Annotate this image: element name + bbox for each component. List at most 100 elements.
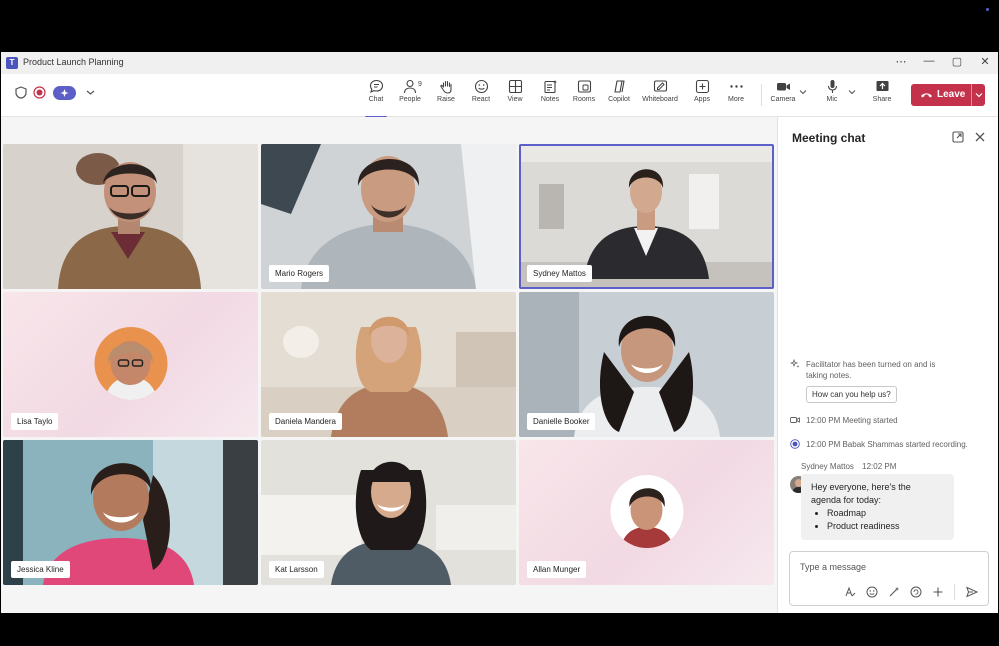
toolbar-divider	[761, 84, 762, 106]
participant-name: Allan Munger	[527, 561, 587, 578]
pop-out-icon[interactable]	[950, 129, 966, 145]
participant-name: Jessica Kline	[11, 561, 70, 578]
people-button[interactable]: 9 People	[390, 79, 430, 103]
share-button[interactable]: Share	[862, 79, 902, 103]
copilot-button[interactable]: Copilot	[599, 79, 639, 103]
participant-tile[interactable]: Lisa Taylo	[3, 292, 258, 437]
minimize-icon[interactable]: —	[919, 55, 939, 67]
participant-avatar	[94, 326, 167, 400]
compose-divider	[954, 584, 955, 600]
facilitator-line-2: taking notes.	[806, 371, 852, 380]
suggestion-help-button[interactable]: How can you help us?	[806, 386, 897, 403]
maximize-icon[interactable]: ▢	[947, 55, 967, 68]
emoji-icon[interactable]	[866, 586, 878, 598]
react-icon	[474, 79, 488, 94]
more-icon	[729, 85, 743, 88]
copilot-compose-icon[interactable]	[888, 586, 900, 598]
shield-icon[interactable]	[15, 86, 27, 99]
participant-name: Lisa Taylo	[11, 413, 59, 430]
camera-icon	[776, 83, 790, 91]
meeting-toolbar: Chat 9 People Raise React View Notes Roo…	[1, 74, 998, 118]
participant-tile[interactable]: Allan Munger	[519, 440, 774, 585]
close-window-icon[interactable]: ✕	[975, 55, 995, 68]
notification-dot	[986, 8, 989, 11]
mic-label: Mic	[826, 96, 838, 103]
people-label: People	[399, 96, 421, 103]
camera-button[interactable]: Camera	[763, 79, 803, 103]
raise-hand-icon	[439, 80, 452, 94]
people-icon	[403, 79, 416, 94]
compose-box[interactable]: Type a message	[789, 551, 989, 606]
share-label: Share	[872, 96, 892, 103]
agenda-item: Roadmap	[827, 507, 900, 520]
mic-icon	[827, 80, 837, 93]
participant-name: Mario Rogers	[269, 265, 330, 282]
format-icon[interactable]	[844, 586, 856, 598]
apps-icon	[695, 79, 709, 94]
meeting-started-text: 12:00 PM Meeting started	[806, 416, 898, 425]
avatar-image	[94, 326, 167, 400]
participant-name: Kat Larsson	[269, 561, 324, 578]
whiteboard-button[interactable]: Whiteboard	[640, 79, 680, 103]
add-icon[interactable]	[932, 586, 944, 598]
meeting-chat-panel: Meeting chat Facilitator has been turned…	[777, 117, 998, 613]
notes-icon	[543, 80, 557, 94]
bottom-letterbox	[0, 613, 999, 646]
facilitator-line-1: Facilitator has been turned on and is	[806, 360, 936, 369]
more-options-icon[interactable]: ⋯	[891, 55, 911, 68]
leave-split-divider	[971, 84, 972, 106]
participant-video-1	[3, 144, 258, 289]
view-button[interactable]: View	[495, 79, 535, 103]
copilot-label: Copilot	[608, 96, 630, 103]
mic-button[interactable]: Mic	[812, 79, 852, 103]
loop-icon[interactable]	[910, 586, 922, 598]
raise-button[interactable]: Raise	[426, 79, 466, 103]
participant-tile[interactable]: Kat Larsson	[261, 440, 516, 585]
rooms-icon	[577, 80, 591, 93]
whiteboard-label: Whiteboard	[642, 96, 678, 103]
participant-name: Sydney Mattos	[527, 265, 592, 282]
participant-avatar	[610, 474, 683, 548]
close-panel-icon[interactable]	[972, 129, 988, 145]
chevron-down-icon[interactable]	[86, 89, 95, 96]
participant-tile[interactable]: Daniela Mandera	[261, 292, 516, 437]
avatar-image	[610, 474, 683, 548]
chat-icon	[369, 79, 383, 94]
message-header: Sydney Mattos 12:02 PM	[801, 462, 896, 471]
mic-options-chevron-icon[interactable]	[848, 89, 856, 95]
rooms-label: Rooms	[572, 96, 596, 103]
title-bar: T Product Launch Planning ⋯ — ▢ ✕	[1, 52, 998, 75]
leave-options-chevron-icon[interactable]	[975, 92, 983, 98]
agenda-item: Product readiness	[827, 520, 900, 533]
camera-options-chevron-icon[interactable]	[799, 89, 807, 95]
more-label: More	[728, 96, 744, 103]
participant-tile[interactable]: Mario Rogers	[261, 144, 516, 289]
participant-tile[interactable]: Jessica Kline	[3, 440, 258, 585]
participant-tile[interactable]: Danielle Booker	[519, 292, 774, 437]
participant-name: Daniela Mandera	[269, 413, 342, 430]
more-button[interactable]: More	[716, 79, 756, 103]
sparkle-icon	[60, 89, 69, 97]
teams-logo-icon: T	[6, 57, 18, 69]
teams-meeting-window: T Product Launch Planning ⋯ — ▢ ✕ Chat 9…	[1, 52, 998, 613]
copilot-pill-button[interactable]	[53, 86, 76, 100]
recording-started-text: 12:00 PM Babak Shammas started recording…	[806, 440, 968, 449]
message-line-1: Hey everyone, here's the	[811, 482, 911, 492]
send-icon[interactable]	[966, 586, 978, 598]
rooms-button[interactable]: Rooms	[564, 79, 604, 103]
view-label: View	[507, 96, 523, 103]
message-sender: Sydney Mattos	[801, 462, 854, 471]
agenda-list: Roadmap Product readiness	[811, 507, 900, 533]
video-icon	[790, 417, 800, 423]
facilitator-sparkle-icon	[790, 359, 800, 368]
copilot-icon	[613, 80, 625, 93]
compose-input[interactable]: Type a message	[800, 562, 866, 572]
chat-panel-title: Meeting chat	[792, 131, 866, 145]
video-gallery: Mario Rogers Sydney Mattos Lisa Taylo Da…	[1, 117, 777, 613]
leave-button[interactable]: Leave	[911, 84, 985, 106]
participant-tile[interactable]	[3, 144, 258, 289]
participant-tile-active-speaker[interactable]: Sydney Mattos	[519, 144, 774, 289]
window-title: Product Launch Planning	[23, 57, 124, 67]
message-time: 12:02 PM	[862, 462, 897, 471]
hang-up-icon	[921, 93, 932, 98]
